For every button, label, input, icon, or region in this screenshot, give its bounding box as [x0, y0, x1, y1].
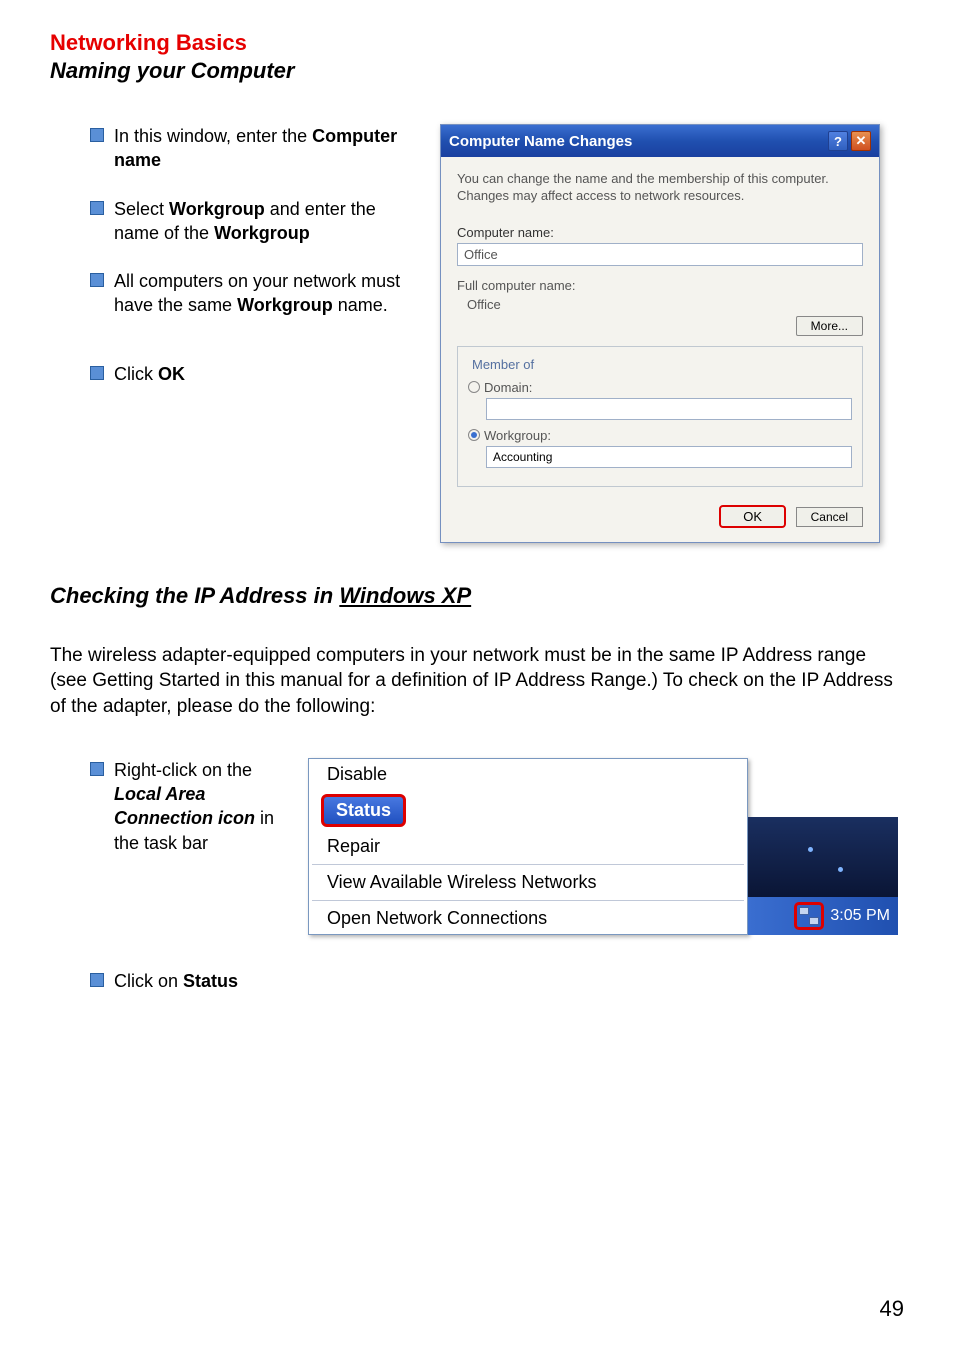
bullet-text: In this window, enter the — [114, 126, 312, 146]
bullet-icon — [90, 128, 104, 142]
bullet-text: name. — [333, 295, 388, 315]
context-menu: Disable Status Repair View Available Wir… — [308, 758, 748, 935]
full-computer-name-label: Full computer name: — [457, 278, 863, 293]
bullet-text: Right-click on the — [114, 760, 252, 780]
computer-name-label: Computer name: — [457, 225, 863, 240]
list-item: Click on Status — [90, 969, 290, 993]
dialog-description: You can change the name and the membersh… — [457, 171, 863, 205]
member-of-label: Member of — [468, 357, 538, 372]
workgroup-input[interactable] — [486, 446, 852, 468]
bullet-text: Click — [114, 364, 158, 384]
network-icon[interactable] — [799, 907, 819, 925]
more-button[interactable]: More... — [796, 316, 863, 336]
member-of-group: Member of Domain: Workgroup: — [457, 346, 863, 487]
menu-item-disable[interactable]: Disable — [309, 759, 747, 790]
bullet-bold: Workgroup — [169, 199, 265, 219]
bullet-bold: Workgroup — [214, 223, 310, 243]
cancel-button[interactable]: Cancel — [796, 507, 863, 527]
full-computer-name-value: Office — [457, 297, 863, 312]
bullet-icon — [90, 201, 104, 215]
taskbar-clock[interactable]: 3:05 PM — [830, 907, 890, 925]
bullet-bold: Status — [183, 971, 238, 991]
bullet-list-1: In this window, enter the Computer name … — [50, 124, 410, 543]
bullet-bold: Workgroup — [237, 295, 333, 315]
menu-item-open-connections[interactable]: Open Network Connections — [309, 903, 747, 934]
menu-separator — [312, 864, 744, 865]
domain-label: Domain: — [484, 380, 532, 395]
menu-item-status[interactable]: Status — [321, 794, 406, 827]
dialog-title: Computer Name Changes — [449, 133, 632, 150]
bullet-icon — [90, 273, 104, 287]
bullet-text: Select — [114, 199, 169, 219]
taskbar-context-screenshot: Disable Status Repair View Available Wir… — [308, 758, 904, 935]
taskbar-area: 3:05 PM — [748, 785, 898, 935]
section-checking-ip-heading: Checking the IP Address in Windows XP — [50, 583, 904, 609]
menu-separator — [312, 900, 744, 901]
bullet-text: Click on — [114, 971, 183, 991]
list-item: Click OK — [90, 362, 410, 386]
bullet-icon — [90, 762, 104, 776]
domain-radio[interactable] — [468, 381, 480, 393]
help-button[interactable]: ? — [828, 131, 848, 151]
list-item: All computers on your network must have … — [90, 269, 410, 318]
menu-item-repair[interactable]: Repair — [309, 831, 747, 862]
bullet-icon — [90, 366, 104, 380]
desktop-dark-area — [748, 817, 898, 897]
heading-naming-computer: Naming your Computer — [50, 58, 904, 84]
dialog-titlebar[interactable]: Computer Name Changes ? ✕ — [441, 125, 879, 157]
section-checking-ip-text: The wireless adapter-equipped computers … — [50, 643, 904, 720]
close-button[interactable]: ✕ — [851, 131, 871, 151]
workgroup-label: Workgroup: — [484, 428, 551, 443]
bullet-bold: OK — [158, 364, 185, 384]
menu-item-view-networks[interactable]: View Available Wireless Networks — [309, 867, 747, 898]
ok-button[interactable]: OK — [719, 505, 786, 528]
list-item: In this window, enter the Computer name — [90, 124, 410, 173]
bullet-bold-italic: Local Area Connection icon — [114, 784, 255, 828]
network-tray-icon-highlight[interactable] — [794, 902, 824, 930]
page-number: 49 — [880, 1296, 904, 1322]
bullet-icon — [90, 973, 104, 987]
heading-networking-basics: Networking Basics — [50, 30, 904, 56]
taskbar[interactable]: 3:05 PM — [748, 897, 898, 935]
computer-name-changes-dialog: Computer Name Changes ? ✕ You can change… — [440, 124, 880, 543]
workgroup-radio[interactable] — [468, 429, 480, 441]
domain-input[interactable] — [486, 398, 852, 420]
bullet-list-2: Right-click on the Local Area Connection… — [50, 758, 290, 1017]
list-item: Select Workgroup and enter the name of t… — [90, 197, 410, 246]
computer-name-input[interactable] — [457, 243, 863, 266]
list-item: Right-click on the Local Area Connection… — [90, 758, 290, 855]
